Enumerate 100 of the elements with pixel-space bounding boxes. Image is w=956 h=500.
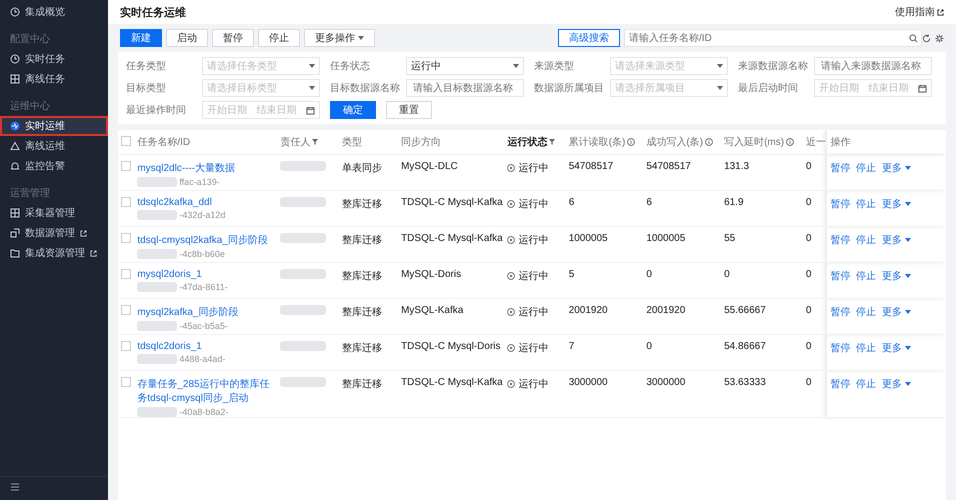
- checkbox[interactable]: [121, 136, 131, 146]
- nav-item[interactable]: 离线运维: [0, 136, 108, 156]
- toolbar-button[interactable]: 启动: [166, 29, 208, 47]
- advanced-search-button[interactable]: 高级搜索: [558, 29, 620, 47]
- settings-icon[interactable]: [935, 34, 944, 42]
- action-link[interactable]: 停止: [856, 379, 876, 390]
- nav-label: 采集器管理: [25, 206, 75, 220]
- column-header: 同步方向: [401, 137, 442, 148]
- toolbar-button[interactable]: 停止: [258, 29, 300, 47]
- clock-icon: [10, 54, 20, 64]
- more-link[interactable]: 更多: [882, 343, 902, 354]
- caret-icon[interactable]: [904, 238, 911, 242]
- play-icon: [507, 236, 516, 244]
- action-link[interactable]: 暂停: [830, 199, 850, 210]
- nav-label: 实时运维: [25, 120, 65, 133]
- more-link[interactable]: 更多: [882, 379, 902, 390]
- task-name-link[interactable]: mysql2doris_1: [137, 269, 272, 280]
- action-link[interactable]: 停止: [856, 307, 876, 318]
- more-actions-button[interactable]: 更多操作: [304, 29, 375, 47]
- more-link[interactable]: 更多: [882, 199, 902, 210]
- checkbox[interactable]: [121, 341, 131, 351]
- filter-label: 数据源所属项目: [534, 82, 605, 95]
- input-field[interactable]: 请输入目标数据源名称: [406, 79, 524, 97]
- action-link[interactable]: 停止: [856, 271, 876, 282]
- caret-icon[interactable]: [904, 310, 911, 314]
- checkbox[interactable]: [121, 161, 131, 171]
- more-link[interactable]: 更多: [882, 163, 902, 174]
- info-icon[interactable]: [627, 138, 636, 146]
- caret-icon: [309, 86, 315, 90]
- nav-item[interactable]: 监控告警: [0, 156, 108, 176]
- primary-button[interactable]: 新建: [120, 29, 162, 47]
- select-field[interactable]: 运行中: [406, 57, 524, 75]
- nav-item[interactable]: 采集器管理: [0, 203, 108, 223]
- filter-icon[interactable]: [549, 139, 556, 146]
- action-link[interactable]: 停止: [856, 343, 876, 354]
- filter-icon[interactable]: [312, 139, 318, 146]
- guide-link[interactable]: 使用指南: [895, 5, 935, 19]
- task-name-link[interactable]: tdsql-cmysql2kafka_同步阶段: [137, 233, 272, 247]
- table-cell: MySQL-DLC: [401, 161, 458, 172]
- checkbox[interactable]: [121, 197, 131, 207]
- more-link[interactable]: 更多: [882, 307, 902, 318]
- caret-icon[interactable]: [904, 166, 911, 170]
- caret-icon[interactable]: [904, 274, 911, 278]
- info-icon[interactable]: [786, 138, 794, 146]
- filter-label: 来源数据源名称: [738, 60, 809, 73]
- nav-item[interactable]: 实时运维: [0, 116, 108, 136]
- reset-button[interactable]: 重置: [386, 101, 432, 119]
- task-name-link[interactable]: tdsqlc2kafka_ddl: [137, 197, 272, 208]
- caret-icon[interactable]: [904, 202, 911, 206]
- nav-item[interactable]: 实时任务: [0, 49, 108, 69]
- refresh-icon[interactable]: [922, 34, 931, 42]
- task-id: 4488-a4ad-: [179, 354, 226, 364]
- more-link[interactable]: 更多: [882, 271, 902, 282]
- input-field[interactable]: 请输入来源数据源名称: [814, 57, 932, 75]
- nav-item[interactable]: 集成概览: [0, 2, 108, 22]
- action-link[interactable]: 停止: [856, 163, 876, 174]
- table-cell: 0: [806, 269, 812, 280]
- info-icon[interactable]: [705, 138, 714, 146]
- checkbox[interactable]: [121, 269, 131, 279]
- more-link[interactable]: 更多: [882, 235, 902, 246]
- caret-icon[interactable]: [904, 346, 911, 350]
- external-link-icon: [90, 250, 97, 256]
- task-name-link[interactable]: 存量任务_285运行中的整库任务tdsql-cmysql同步_启动: [137, 377, 272, 405]
- checkbox[interactable]: [121, 377, 131, 387]
- action-link[interactable]: 停止: [856, 199, 876, 210]
- action-link[interactable]: 暂停: [830, 379, 850, 390]
- action-link[interactable]: 暂停: [830, 307, 850, 318]
- section-title: 配置中心: [9, 32, 51, 47]
- caret-icon: [717, 86, 723, 90]
- task-name-link[interactable]: tdsqlc2doris_1: [137, 341, 272, 352]
- caret-icon[interactable]: [904, 382, 911, 386]
- action-link[interactable]: 暂停: [830, 163, 850, 174]
- task-name-link[interactable]: mysql2kafka_同步阶段: [137, 305, 272, 319]
- nav-item[interactable]: 数据源管理: [0, 223, 108, 243]
- action-link[interactable]: 暂停: [830, 235, 850, 246]
- status-label: 运行中: [518, 306, 548, 319]
- task-id: -40a8-b8a2-: [179, 407, 228, 417]
- table-cell: 54708517: [568, 161, 614, 172]
- folder-icon: [10, 248, 20, 258]
- checkbox[interactable]: [121, 305, 131, 315]
- toolbar-button[interactable]: 暂停: [212, 29, 254, 47]
- table-cell: 0: [806, 377, 812, 388]
- action-link[interactable]: 停止: [856, 235, 876, 246]
- table-cell: 61.9: [724, 197, 744, 208]
- nav-label: 实时任务: [25, 52, 65, 66]
- action-link[interactable]: 暂停: [830, 271, 850, 282]
- redacted-block: [280, 161, 326, 171]
- nav-item[interactable]: 集成资源管理: [0, 243, 108, 263]
- action-link[interactable]: 暂停: [830, 343, 850, 354]
- confirm-button[interactable]: 确定: [330, 101, 376, 119]
- nav-item[interactable]: 离线任务: [0, 69, 108, 89]
- caret-icon: [358, 36, 364, 40]
- filter-label: 目标类型: [126, 82, 167, 95]
- menu-icon[interactable]: [10, 483, 20, 491]
- task-name-link[interactable]: mysql2dlc----大量数据: [137, 161, 272, 175]
- checkbox[interactable]: [121, 233, 131, 243]
- filter-label: 来源类型: [534, 60, 575, 73]
- search-field[interactable]: 请输入任务名称/ID: [624, 29, 922, 47]
- table-cell: 整库迁移: [342, 343, 382, 354]
- play-icon: [507, 272, 516, 280]
